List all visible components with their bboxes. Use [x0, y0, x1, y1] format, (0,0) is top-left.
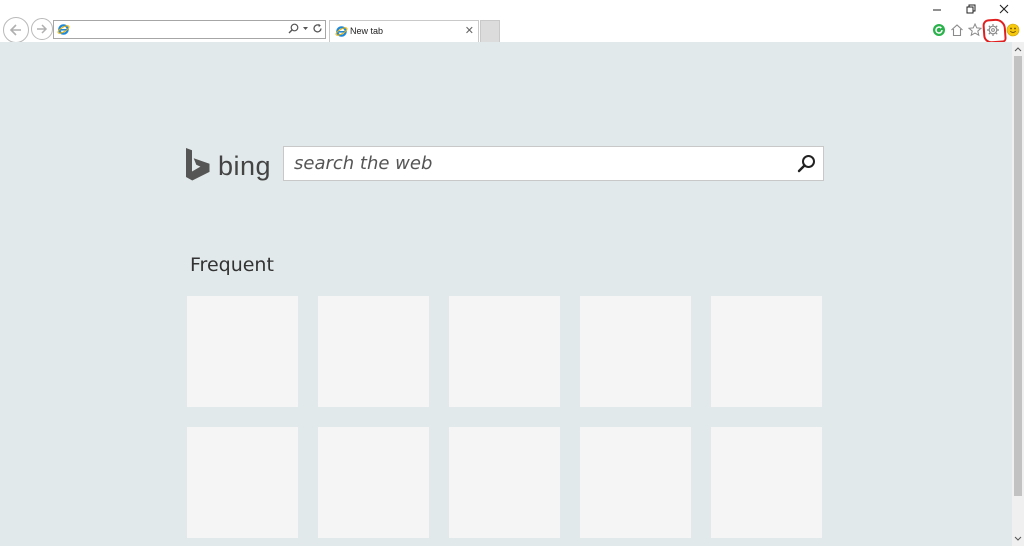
bing-b-icon [186, 148, 210, 181]
frequent-tile[interactable] [187, 296, 298, 407]
refresh-green-icon[interactable] [932, 23, 946, 37]
search-icon[interactable] [288, 21, 299, 39]
address-input[interactable] [72, 22, 282, 37]
frequent-heading: Frequent [190, 254, 274, 276]
home-icon[interactable] [950, 23, 964, 37]
frequent-tile[interactable] [449, 427, 560, 538]
new-tab-page: bing Frequent [0, 42, 1012, 546]
frequent-tile[interactable] [449, 296, 560, 407]
frequent-tile[interactable] [580, 427, 691, 538]
search-box[interactable] [283, 146, 824, 181]
address-bar[interactable] [53, 20, 326, 39]
address-tools [288, 22, 323, 37]
new-tab-button[interactable] [480, 20, 500, 42]
scroll-thumb[interactable] [1014, 56, 1022, 496]
vertical-scrollbar[interactable] [1012, 42, 1024, 546]
ie-icon [335, 26, 348, 37]
bing-logo-text: bing [218, 151, 272, 181]
frequent-tile[interactable] [318, 296, 429, 407]
close-icon[interactable]: ✕ [465, 24, 474, 38]
settings-highlight-mark [982, 18, 1007, 44]
ie-icon [57, 24, 70, 35]
forward-icon [37, 24, 48, 34]
star-icon[interactable] [968, 23, 982, 37]
back-button[interactable] [3, 17, 29, 43]
frequent-tiles [187, 296, 822, 538]
back-icon [9, 24, 21, 36]
frequent-tile[interactable] [318, 427, 429, 538]
refresh-icon[interactable] [312, 21, 323, 39]
minimize-icon[interactable] [930, 2, 944, 16]
dropdown-icon[interactable] [302, 21, 309, 39]
search-input[interactable] [294, 147, 774, 180]
frequent-tile[interactable] [711, 296, 822, 407]
frequent-tile[interactable] [580, 296, 691, 407]
forward-button[interactable] [31, 18, 53, 40]
search-icon[interactable] [797, 154, 817, 174]
restore-icon[interactable] [964, 2, 978, 16]
frequent-tile[interactable] [711, 427, 822, 538]
tab-new-tab[interactable]: New tab ✕ [329, 20, 479, 42]
window-close-icon[interactable] [997, 2, 1011, 16]
scroll-up-icon[interactable] [1014, 46, 1022, 52]
browser-chrome: New tab ✕ [0, 0, 1024, 44]
tab-title: New tab [350, 26, 384, 36]
frequent-tile[interactable] [187, 427, 298, 538]
smiley-icon[interactable] [1006, 23, 1020, 37]
scroll-down-icon[interactable] [1014, 536, 1022, 542]
